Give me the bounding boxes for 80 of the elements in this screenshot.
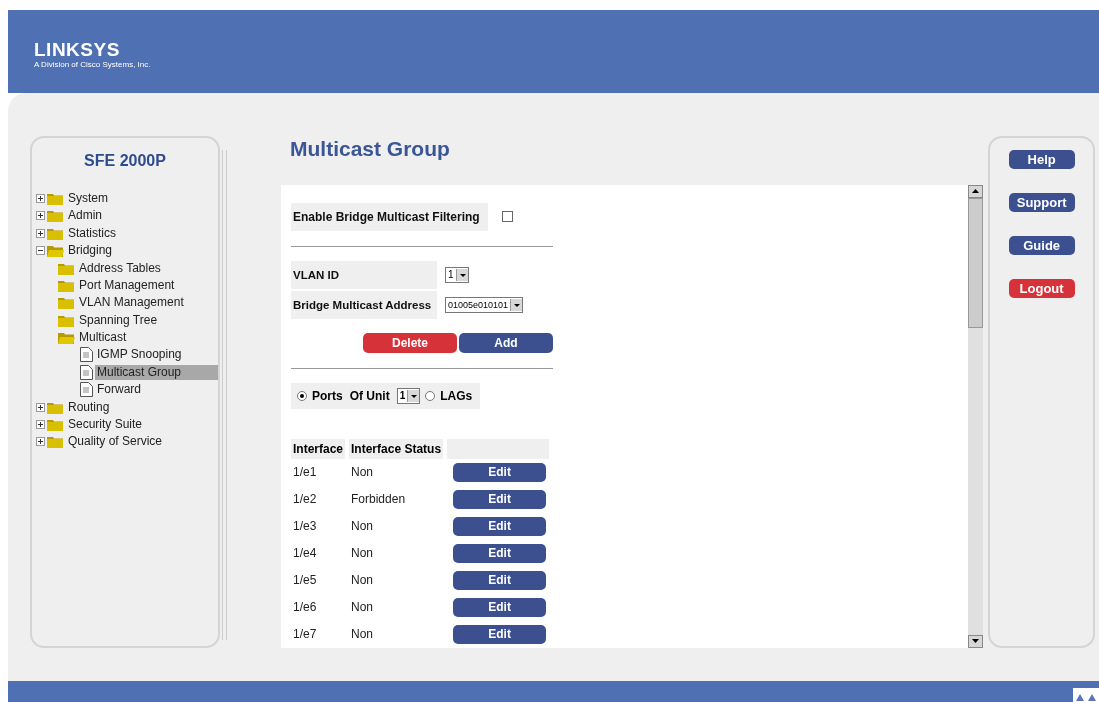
folder-icon: [47, 226, 64, 240]
scrollbar[interactable]: [968, 184, 984, 648]
radio-label: LAGs: [440, 388, 473, 403]
tree-item[interactable]: Admin: [66, 208, 104, 224]
tree-item[interactable]: Port Management: [77, 277, 177, 293]
edit-button[interactable]: Edit: [453, 597, 547, 617]
field-label: VLAN ID: [291, 260, 437, 289]
page-icon: [80, 347, 93, 363]
table-cell-text: Non: [350, 572, 375, 590]
tree-item[interactable]: Routing: [66, 399, 112, 415]
tree-item[interactable]: Quality of Service: [66, 434, 165, 450]
page-icon: [80, 382, 93, 398]
unit-dropdown[interactable]: 1: [396, 387, 421, 404]
edit-button[interactable]: Edit: [453, 462, 547, 482]
table-cell-text: Non: [350, 464, 375, 482]
table-cell-text: 1/e3: [292, 518, 318, 536]
tree-item[interactable]: Forward: [95, 382, 143, 398]
action-button[interactable]: Add: [459, 332, 553, 353]
logo-text: LINKSYS: [34, 39, 121, 60]
edit-button[interactable]: Edit: [453, 516, 547, 536]
field-label: Bridge Multicast Address: [291, 290, 437, 319]
radio-label: Ports: [312, 388, 343, 403]
expander-icon[interactable]: [36, 211, 45, 221]
tree-item[interactable]: System: [66, 190, 110, 206]
tree-item[interactable]: Address Tables: [77, 260, 163, 276]
tree-item[interactable]: Security Suite: [66, 417, 145, 433]
nav-button[interactable]: Help: [1008, 149, 1075, 169]
edit-button[interactable]: Edit: [453, 489, 547, 509]
table-cell-text: Non: [350, 518, 375, 536]
table-cell-text: Non: [350, 626, 375, 644]
table-cell-text: Non: [350, 599, 375, 617]
folder-icon: [47, 435, 64, 449]
table-cell-text: 1/e6: [292, 599, 318, 617]
tree-item[interactable]: Spanning Tree: [77, 312, 160, 328]
column-header: Interface: [291, 438, 346, 459]
radio-button[interactable]: [297, 390, 307, 401]
tree-item[interactable]: Bridging: [66, 243, 115, 259]
nav-button[interactable]: Guide: [1008, 235, 1075, 255]
checkbox[interactable]: [501, 211, 513, 223]
scroll-down-icon[interactable]: [968, 634, 984, 648]
column-header: Interface Status: [349, 438, 444, 459]
open-folder-icon: [47, 244, 64, 258]
expander-icon[interactable]: [36, 402, 45, 412]
table-cell-text: Non: [350, 545, 375, 563]
tree-item[interactable]: Statistics: [66, 225, 118, 241]
tree-item[interactable]: Multicast Group: [95, 364, 218, 380]
tree-item[interactable]: IGMP Snooping: [95, 347, 184, 363]
tree-item[interactable]: VLAN Management: [77, 295, 186, 311]
folder-icon: [47, 418, 64, 432]
edit-button[interactable]: Edit: [453, 543, 547, 563]
nav-button[interactable]: Support: [1008, 192, 1075, 212]
scroll-up-icon[interactable]: [968, 184, 984, 198]
table-cell-text: 1/e7: [292, 626, 318, 644]
expander-icon[interactable]: [36, 246, 45, 256]
folder-icon: [47, 191, 64, 205]
vlan-dropdown[interactable]: 1: [445, 266, 469, 283]
table-cell-text: 1/e1: [292, 464, 318, 482]
table-cell-text: 1/e5: [292, 572, 318, 590]
expander-icon[interactable]: [36, 228, 45, 238]
logo-tagline: A Division of Cisco Systems, Inc.: [34, 59, 151, 70]
edit-button[interactable]: Edit: [453, 624, 547, 644]
action-button[interactable]: Delete: [363, 332, 457, 353]
table-cell-text: 1/e2: [292, 491, 318, 509]
table-cell-text: Forbidden: [350, 491, 407, 509]
field-label: Enable Bridge Multicast Filtering: [291, 202, 488, 231]
page-title: Multicast Group: [289, 135, 451, 162]
tree-item[interactable]: Multicast: [77, 330, 129, 346]
edit-button[interactable]: Edit: [453, 570, 547, 590]
address-dropdown[interactable]: 01005e010101: [445, 296, 524, 313]
table-cell-text: 1/e4: [292, 545, 318, 563]
expander-icon[interactable]: [36, 420, 45, 430]
expander-icon[interactable]: [36, 437, 45, 447]
page-icon: [80, 364, 93, 380]
radio-button[interactable]: [425, 390, 436, 401]
unit-label: Of Unit: [349, 388, 390, 403]
nav-button[interactable]: Logout: [1008, 278, 1075, 298]
expander-icon[interactable]: [36, 193, 45, 203]
device-title: SFE 2000P: [83, 151, 167, 170]
folder-icon: [47, 209, 64, 223]
folder-icon: [47, 400, 64, 414]
